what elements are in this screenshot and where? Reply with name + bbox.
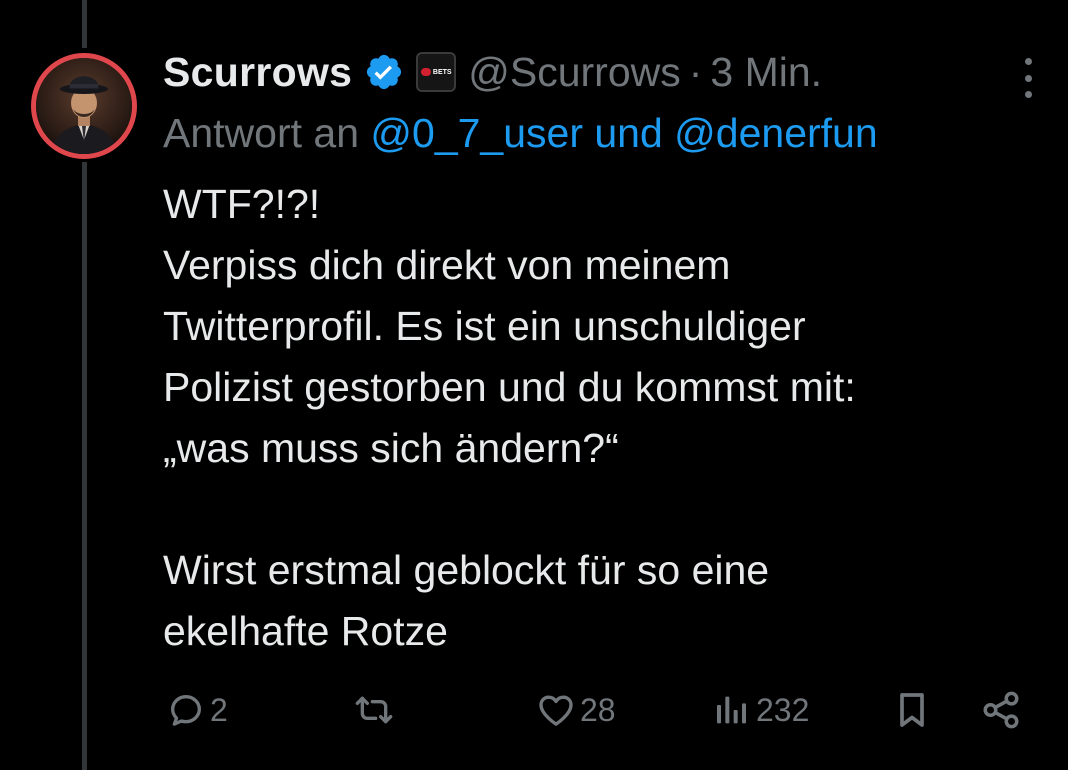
tweet-line: Twitterprofil. Es ist ein unschuldiger xyxy=(163,303,806,349)
views-count: 232 xyxy=(756,691,810,728)
reply-prefix: Antwort an xyxy=(163,110,371,156)
tweet-header: Scurrows BETS @Scurrows · 3 Min. xyxy=(163,46,822,98)
more-options-icon[interactable] xyxy=(1018,58,1038,98)
reply-context: Antwort an @0_7_user und @denerfun xyxy=(163,110,878,157)
thread-line-top xyxy=(82,0,87,48)
affiliate-badge[interactable]: BETS xyxy=(416,52,457,92)
tweet-text: WTF?!?! Verpiss dich direkt von meinem T… xyxy=(163,174,1043,662)
views-button[interactable]: 232 xyxy=(712,682,809,738)
reply-button[interactable]: 2 xyxy=(166,682,228,738)
share-button[interactable] xyxy=(980,682,1022,738)
affiliate-badge-text: BETS xyxy=(432,68,452,76)
display-name[interactable]: Scurrows xyxy=(163,49,352,96)
like-button[interactable]: 28 xyxy=(536,682,616,738)
bookmark-button[interactable] xyxy=(892,682,932,738)
tweet-line: Verpiss dich direkt von meinem xyxy=(163,242,731,288)
like-count: 28 xyxy=(580,691,616,728)
bookmark-icon xyxy=(892,690,932,730)
reply-icon xyxy=(166,690,206,730)
repost-button[interactable] xyxy=(352,682,400,738)
verified-badge-icon[interactable] xyxy=(364,52,404,92)
reply-mentions[interactable]: @0_7_user und @denerfun xyxy=(370,110,877,156)
user-handle[interactable]: @Scurrows xyxy=(468,49,681,96)
tweet-line: Polizist gestorben und du kommst mit: xyxy=(163,364,856,410)
action-bar: 2 28 232 xyxy=(0,682,1068,738)
share-icon xyxy=(980,689,1022,731)
timestamp[interactable]: 3 Min. xyxy=(710,49,822,96)
tweet-line: Wirst erstmal geblockt für so eine xyxy=(163,547,770,593)
views-chart-icon xyxy=(712,690,752,730)
tweet-line: WTF?!?! xyxy=(163,181,321,227)
separator-dot: · xyxy=(688,48,703,95)
tweet-line: ekelhafte Rotze xyxy=(163,608,448,654)
avatar[interactable] xyxy=(31,53,137,159)
tweet-blank-line xyxy=(163,479,1043,540)
repost-icon xyxy=(352,690,396,730)
thread-line-bottom xyxy=(82,162,87,770)
heart-icon xyxy=(536,690,576,730)
tweet-line: „was muss sich ändern?“ xyxy=(163,425,619,471)
reply-count: 2 xyxy=(210,691,228,728)
affiliate-logo-icon xyxy=(420,68,431,76)
